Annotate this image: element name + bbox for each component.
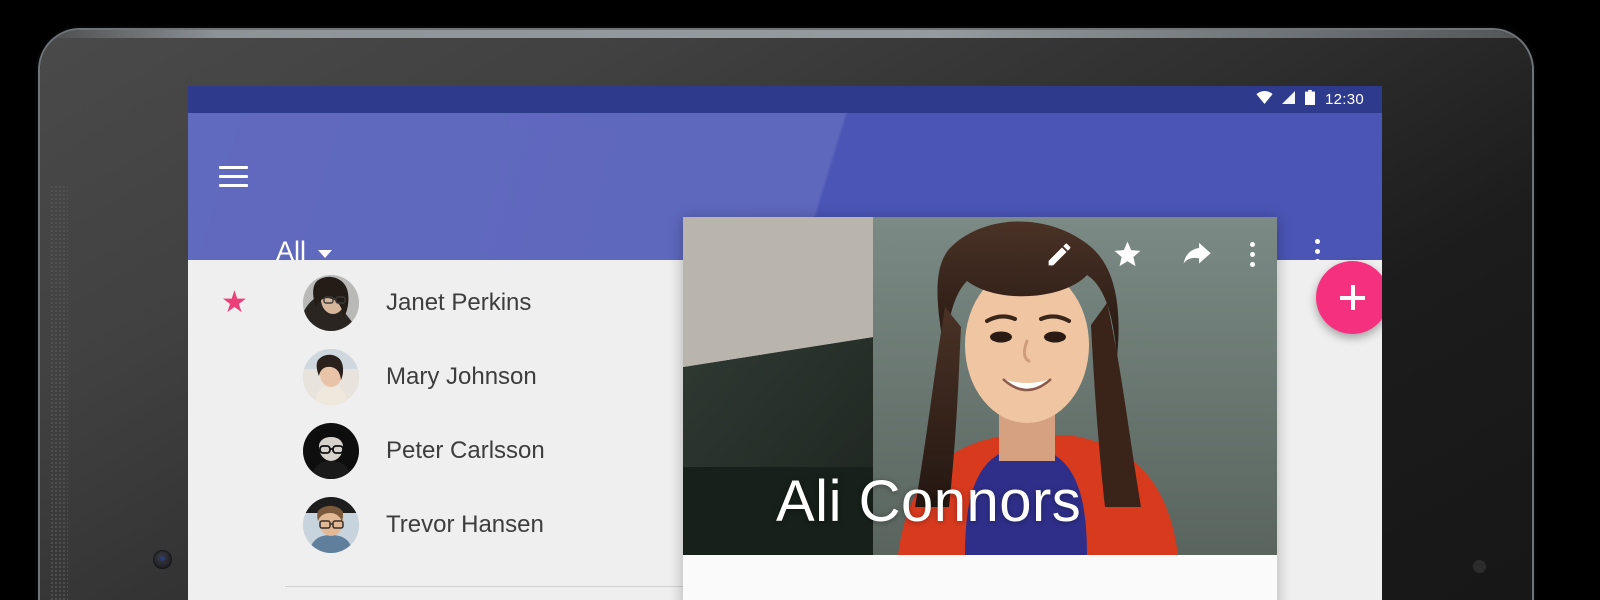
edit-pencil-icon[interactable] — [1045, 240, 1074, 269]
list-item[interactable]: Mary Johnson — [188, 340, 648, 414]
avatar — [303, 423, 359, 479]
screenshot-stage: 12:30 All ★ Janet Perkins Mary Johnson P… — [0, 0, 1600, 600]
add-contact-fab[interactable] — [1316, 261, 1382, 334]
list-item[interactable]: Peter Carlsson — [188, 414, 648, 488]
add-icon — [1340, 285, 1365, 310]
list-item-label: Janet Perkins — [386, 289, 532, 316]
contact-card-actions — [1045, 239, 1255, 270]
list-item-label: Mary Johnson — [386, 363, 537, 390]
list-item[interactable]: ★ Janet Perkins — [188, 266, 648, 340]
cell-signal-icon — [1281, 91, 1296, 108]
more-vert-icon[interactable] — [1250, 242, 1255, 267]
star-icon[interactable]: ★ — [221, 288, 248, 318]
hamburger-menu-icon[interactable] — [219, 166, 248, 187]
status-bar: 12:30 — [188, 86, 1382, 113]
contact-detail-card: Ali Connors (650) 555–1234 — [683, 217, 1277, 600]
avatar — [303, 349, 359, 405]
status-bar-icons — [1256, 90, 1315, 109]
contact-detail-body: (650) 555–1234 — [683, 555, 1277, 600]
chevron-down-icon — [318, 249, 333, 258]
share-arrow-icon[interactable] — [1181, 239, 1212, 270]
list-item[interactable]: Trevor Hansen — [188, 488, 648, 562]
front-camera-icon — [153, 550, 172, 569]
tablet-device-frame: 12:30 All ★ Janet Perkins Mary Johnson P… — [40, 30, 1532, 600]
star-icon[interactable] — [1112, 239, 1143, 270]
battery-icon — [1304, 90, 1315, 109]
bezel-highlight — [40, 30, 1532, 38]
tablet-screen: 12:30 All ★ Janet Perkins Mary Johnson P… — [188, 86, 1382, 600]
status-bar-time: 12:30 — [1324, 91, 1364, 108]
avatar — [303, 275, 359, 331]
contact-hero-photo: Ali Connors — [683, 217, 1277, 555]
wifi-icon — [1256, 91, 1273, 108]
contact-name: Ali Connors — [776, 469, 1082, 534]
list-item-label: Peter Carlsson — [386, 437, 545, 464]
sensor-dot-icon — [1473, 560, 1486, 573]
list-item-label: Trevor Hansen — [386, 511, 544, 538]
avatar — [303, 497, 359, 553]
speaker-grille — [50, 185, 68, 600]
